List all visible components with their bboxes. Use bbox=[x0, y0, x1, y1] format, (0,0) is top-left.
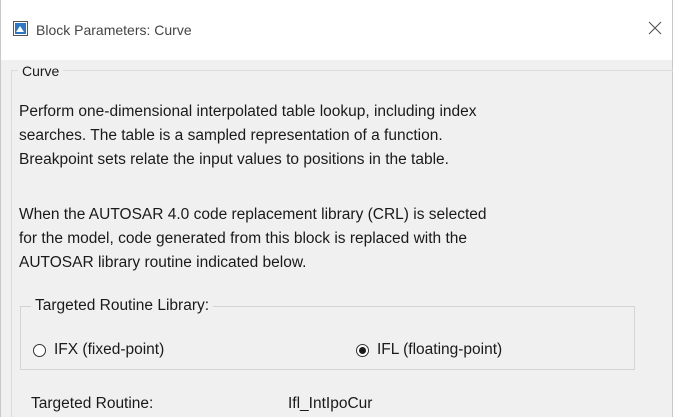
simulink-block-icon bbox=[13, 21, 28, 36]
title-bar: Block Parameters: Curve bbox=[1, 0, 672, 60]
autosar-line: When the AUTOSAR 4.0 code replacement li… bbox=[19, 206, 487, 223]
radio-ifx-label[interactable]: IFX (fixed-point) bbox=[54, 341, 164, 359]
close-icon bbox=[648, 21, 662, 40]
targeted-routine-value: Ifl_IntIpoCur bbox=[288, 395, 373, 412]
autosar-line: for the model, code generated from this … bbox=[19, 230, 468, 247]
autosar-line: AUTOSAR library routine indicated below. bbox=[19, 254, 307, 271]
radio-dot bbox=[359, 346, 366, 354]
radio-ifl[interactable]: IFL (floating-point) bbox=[356, 341, 502, 359]
block-parameters-dialog: Block Parameters: Curve Curve Perform on… bbox=[0, 0, 673, 417]
description-line: searches. The table is a sampled represe… bbox=[19, 127, 443, 144]
routine-library-group-box bbox=[20, 306, 635, 370]
radio-ifl-label[interactable]: IFL (floating-point) bbox=[377, 341, 502, 359]
targeted-routine-label: Targeted Routine: bbox=[31, 395, 154, 412]
curve-group-legend: Curve bbox=[18, 63, 64, 79]
autosar-text: When the AUTOSAR 4.0 code replacement li… bbox=[19, 203, 639, 275]
window-title: Block Parameters: Curve bbox=[36, 22, 192, 38]
description-text: Perform one-dimensional interpolated tab… bbox=[19, 100, 639, 172]
radio-unselected-icon[interactable] bbox=[33, 343, 46, 357]
description-line: Perform one-dimensional interpolated tab… bbox=[19, 103, 477, 120]
radio-ifx[interactable]: IFX (fixed-point) bbox=[33, 341, 164, 359]
routine-library-legend: Targeted Routine Library: bbox=[31, 297, 214, 315]
close-button[interactable] bbox=[638, 12, 672, 48]
radio-selected-icon[interactable] bbox=[356, 343, 369, 357]
description-line: Breakpoint sets relate the input values … bbox=[19, 151, 449, 168]
